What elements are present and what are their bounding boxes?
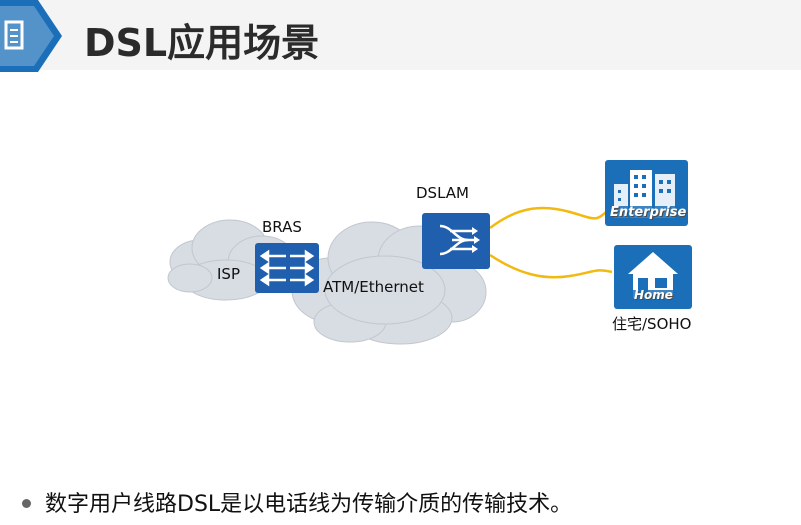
bullet-text: 数字用户线路DSL是以电话线为传输介质的传输技术。 <box>45 492 573 517</box>
bullet-dot <box>22 498 31 508</box>
bras-label: BRAS <box>262 218 302 236</box>
isp-label: ISP <box>217 265 240 283</box>
atm-ethernet-label: ATM/Ethernet <box>323 278 424 296</box>
link-to-enterprise <box>489 206 607 229</box>
home-label: Home <box>634 288 673 302</box>
link-to-home <box>489 253 613 279</box>
bras-device-icon <box>255 243 319 293</box>
dslam-label: DSLAM <box>416 184 469 202</box>
dsl-network-diagram <box>167 160 692 345</box>
soho-label: 住宅/SOHO <box>612 315 692 333</box>
bullet-item: 数字用户线路DSL是以电话线为传输介质的传输技术。 <box>22 486 572 518</box>
enterprise-label: Enterprise <box>610 205 687 220</box>
dslam-device-icon <box>422 213 490 269</box>
